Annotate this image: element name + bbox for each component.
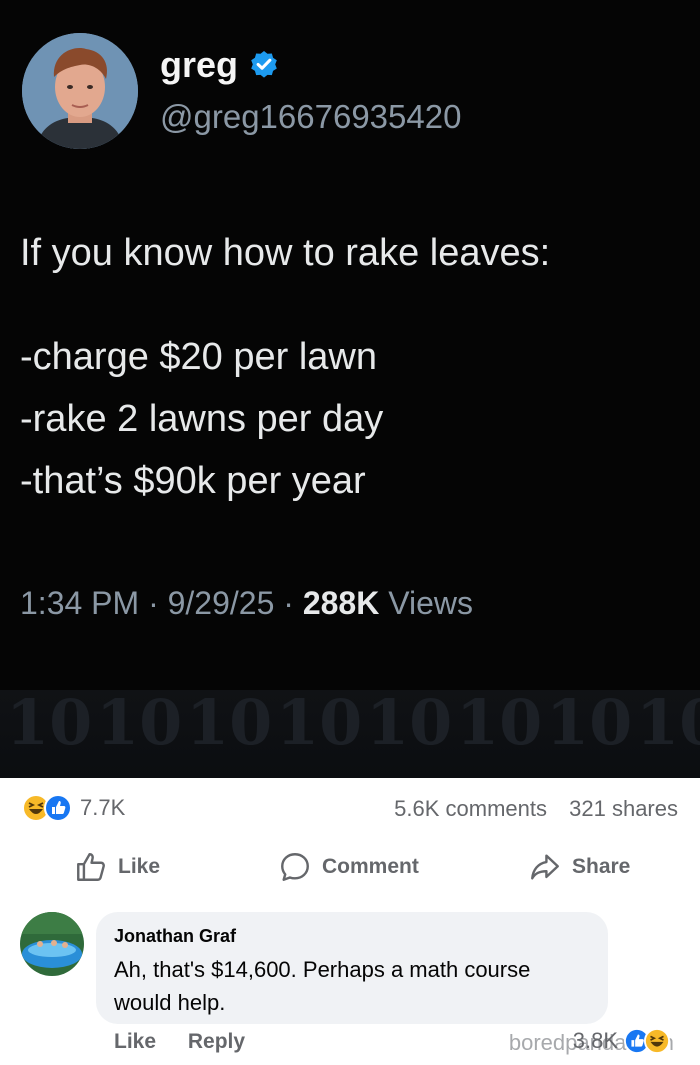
- comment-reply-button[interactable]: Reply: [188, 1030, 245, 1053]
- comment-author[interactable]: Jonathan Graf: [114, 926, 590, 947]
- comment-text: Ah, that's $14,600. Perhaps a math cours…: [114, 957, 531, 1015]
- share-button[interactable]: Share: [528, 845, 630, 889]
- comment-button[interactable]: Comment: [278, 845, 419, 889]
- background-pattern: 101010 101010 1010: [0, 690, 700, 778]
- comment-actions: Like Reply: [114, 1030, 245, 1054]
- comments-count[interactable]: 5.6K comments: [394, 796, 547, 821]
- views-count: 288K: [302, 585, 380, 621]
- shares-count[interactable]: 321 shares: [569, 796, 678, 821]
- comment-bubble-icon: [281, 853, 309, 881]
- tweet-body: If you know how to rake leaves: -charge …: [20, 222, 680, 512]
- post-reactions[interactable]: 7.7K: [22, 794, 125, 822]
- verified-badge-icon: [251, 51, 277, 78]
- tweet-line: -charge $20 per lawn: [20, 336, 377, 378]
- thumbs-up-icon: [77, 853, 105, 881]
- reaction-count: 7.7K: [80, 795, 126, 820]
- meta-separator: ·: [283, 585, 294, 621]
- like-button[interactable]: Like: [74, 845, 160, 889]
- tweet-time[interactable]: 1:34 PM: [20, 585, 139, 621]
- haha-reaction-icon: [644, 1028, 670, 1054]
- commenter-avatar[interactable]: [20, 912, 84, 976]
- tweet-line: -rake 2 lawns per day: [20, 398, 384, 440]
- comment-bubble: Jonathan Graf Ah, that's $14,600. Perhap…: [96, 912, 608, 1024]
- tweet-screenshot: greg @greg16676935420 If you know how to…: [0, 0, 700, 778]
- profile-avatar[interactable]: [22, 33, 138, 149]
- post-actions: Like Comment Share: [0, 845, 700, 889]
- meta-separator: ·: [148, 585, 159, 621]
- share-label: Share: [572, 855, 631, 878]
- tweet-line: If you know how to rake leaves:: [20, 232, 551, 274]
- comment-reaction-count: 3.8K: [572, 1028, 618, 1053]
- tweet-spacer: [20, 284, 680, 326]
- post-stats: 5.6K comments 321 shares: [394, 796, 678, 822]
- display-name[interactable]: greg: [160, 44, 280, 86]
- user-handle[interactable]: @greg16676935420: [160, 98, 461, 136]
- share-arrow-icon: [531, 854, 559, 880]
- tweet-date[interactable]: 9/29/25: [168, 585, 275, 621]
- comment-reactions[interactable]: 3.8K: [573, 1028, 670, 1054]
- views-label: Views: [388, 585, 473, 621]
- tweet-line: -that’s $90k per year: [20, 460, 366, 502]
- like-label: Like: [118, 855, 161, 878]
- tweet-meta: 1:34 PM · 9/29/25 · 288K Views: [20, 585, 473, 622]
- comment-like-button[interactable]: Like: [114, 1030, 156, 1053]
- like-reaction-icon: [44, 794, 72, 822]
- comment-label: Comment: [322, 855, 419, 878]
- display-name-text[interactable]: greg: [160, 44, 238, 86]
